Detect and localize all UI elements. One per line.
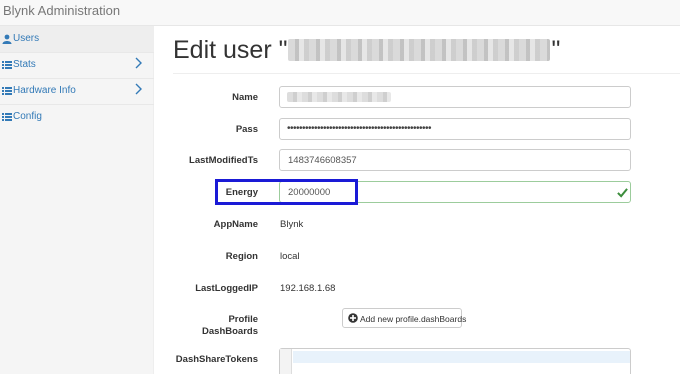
- page-title-suffix: ": [551, 36, 561, 64]
- profile-label-line2: DashBoards: [202, 326, 258, 337]
- editor-gutter: [280, 349, 292, 374]
- list-icon: [2, 61, 12, 69]
- profile-label-line1: Profile: [228, 314, 258, 325]
- sidebar-item-stats[interactable]: Stats: [0, 52, 154, 78]
- password-field[interactable]: ••••••••••••••••••••••••••••••••••••••••…: [279, 118, 631, 140]
- last-ip-label: LastLoggedIP: [195, 283, 258, 294]
- last-ip-value: 192.168.1.68: [280, 283, 336, 294]
- region-value: local: [280, 251, 300, 262]
- profile-dashboards-label: Profile DashBoards: [0, 314, 258, 338]
- name-label: Name: [232, 92, 258, 103]
- redacted-name: [287, 92, 391, 102]
- sidebar-item-label: Stats: [13, 59, 36, 70]
- add-dashboard-button[interactable]: Add new profile.dashBoards: [342, 308, 466, 328]
- password-value: ••••••••••••••••••••••••••••••••••••••••…: [287, 123, 432, 134]
- region-label: Region: [225, 251, 258, 262]
- brand-title[interactable]: Blynk Administration: [3, 3, 120, 18]
- top-navbar: Blynk Administration: [0, 0, 680, 26]
- sidebar-item-users[interactable]: Users: [0, 26, 154, 52]
- plus-circle-icon: [348, 313, 358, 323]
- sidebar-item-label: Config: [13, 111, 42, 122]
- highlight-box: [215, 179, 358, 205]
- list-icon: [2, 113, 12, 121]
- checkmark-icon: [617, 188, 628, 198]
- app-name-value: Blynk: [280, 219, 304, 230]
- page-title: Edit user " ": [173, 36, 560, 65]
- last-modified-label: LastModifiedTs: [189, 155, 258, 166]
- add-dashboard-label: Add new profile.dashBoards: [360, 314, 467, 324]
- dash-share-tokens-editor[interactable]: [279, 348, 631, 374]
- app-name-label: AppName: [213, 219, 258, 230]
- last-modified-field[interactable]: 1483746608357: [279, 149, 631, 171]
- dash-share-tokens-label: DashShareTokens: [175, 354, 258, 365]
- page-title-prefix: Edit user ": [173, 36, 288, 64]
- editor-active-line: [293, 351, 630, 363]
- pass-label: Pass: [235, 124, 258, 135]
- redacted-email: [288, 39, 551, 61]
- user-icon: [2, 34, 12, 44]
- name-field[interactable]: [279, 86, 631, 108]
- sidebar-item-label: Users: [13, 33, 40, 44]
- chevron-right-icon: [135, 57, 142, 69]
- divider: [173, 73, 680, 74]
